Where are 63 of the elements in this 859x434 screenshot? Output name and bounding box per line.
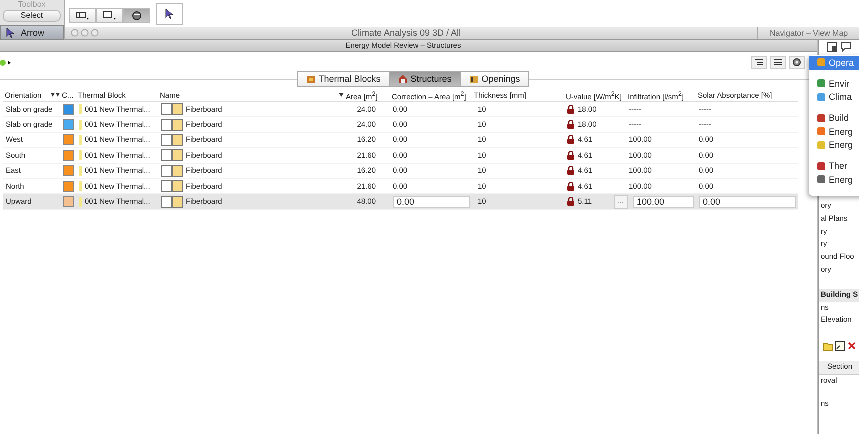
delete-icon[interactable] xyxy=(847,341,857,352)
select-button[interactable]: Select xyxy=(3,10,61,22)
sphere-tool-icon xyxy=(130,10,142,20)
wall-tool-icon xyxy=(76,11,90,20)
material-swatch-icon xyxy=(161,180,183,192)
lock-icon xyxy=(567,150,575,160)
block-color-bar xyxy=(79,120,82,130)
toolbar-button[interactable] xyxy=(96,8,123,23)
material-swatch-icon xyxy=(161,164,183,177)
list-view-icon[interactable] xyxy=(770,56,786,69)
toolbar-button[interactable] xyxy=(69,8,96,23)
window-title: Climate Analysis 09 3D / All xyxy=(350,28,462,38)
toolbar-button[interactable] xyxy=(156,3,183,25)
input-field[interactable]: 0.00 xyxy=(699,196,796,208)
settings-icon[interactable] xyxy=(789,56,805,69)
menu-item[interactable]: Energ xyxy=(809,125,859,138)
window-icon xyxy=(468,74,479,84)
sort-icon xyxy=(51,93,60,98)
block-color-bar xyxy=(79,150,82,160)
menu-item[interactable]: Opera xyxy=(809,56,859,70)
rectangle-tool-icon xyxy=(102,11,116,20)
block-color-bar xyxy=(79,196,82,207)
note-icon[interactable] xyxy=(835,341,845,352)
menu-item[interactable]: Build xyxy=(809,112,859,125)
menu-item[interactable]: Ther xyxy=(809,160,859,173)
material-swatch-icon xyxy=(161,103,183,116)
block-color-bar xyxy=(79,166,82,176)
lock-icon xyxy=(567,166,575,176)
lock-icon xyxy=(567,197,575,206)
material-swatch-icon xyxy=(161,118,183,131)
lock-icon xyxy=(567,120,575,130)
arrow-tool[interactable]: Arrow xyxy=(0,25,64,40)
pointer-tool-icon xyxy=(164,8,176,20)
tab[interactable]: Structures xyxy=(388,71,461,87)
panel-icon[interactable] xyxy=(827,42,837,52)
lock-icon xyxy=(567,135,575,144)
material-swatch-icon xyxy=(161,134,183,146)
house-icon xyxy=(398,74,408,84)
blocks-icon xyxy=(306,74,316,84)
toolbox-title: Toolbox xyxy=(17,0,47,9)
menu-item[interactable]: Energ xyxy=(809,173,859,186)
menu-item[interactable]: Clima xyxy=(809,90,859,104)
sort-icon xyxy=(339,93,344,98)
material-swatch-icon xyxy=(161,196,183,208)
lock-icon xyxy=(567,104,575,114)
comment-icon[interactable] xyxy=(841,42,851,52)
input-field[interactable]: 0.00 xyxy=(393,196,470,208)
navigator-title: Navigator – View Map xyxy=(757,27,859,40)
block-color-bar xyxy=(79,104,82,114)
material-swatch-icon xyxy=(161,149,183,162)
menu-item[interactable]: Energ xyxy=(809,138,859,152)
block-color-bar xyxy=(79,181,82,192)
toolbar-button[interactable] xyxy=(123,8,150,23)
lock-icon xyxy=(567,182,575,191)
arrow-icon xyxy=(5,26,15,38)
add-icon[interactable] xyxy=(0,58,12,68)
input-field[interactable]: 100.00 xyxy=(633,196,694,208)
menu-item-icon xyxy=(817,58,826,68)
block-color-bar xyxy=(79,134,82,145)
tab[interactable]: Thermal Blocks xyxy=(296,71,390,87)
tab[interactable]: Openings xyxy=(460,71,530,87)
tree-view-icon[interactable] xyxy=(751,56,767,69)
menu-item[interactable]: Envir xyxy=(809,77,859,90)
